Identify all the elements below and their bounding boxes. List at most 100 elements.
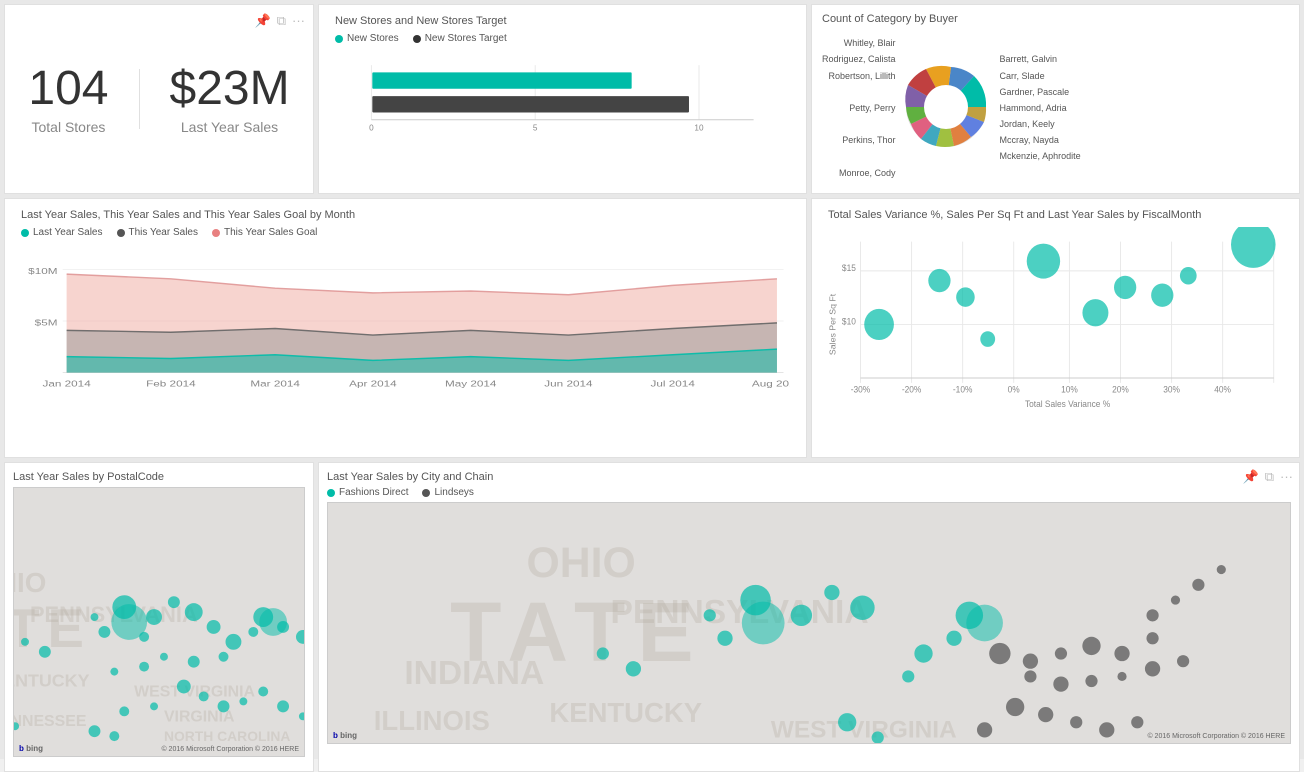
pie-label-carr: Carr, Slade: [1000, 68, 1081, 84]
svg-text:-10%: -10%: [953, 384, 973, 394]
pin-icon[interactable]: 📌: [255, 13, 271, 29]
bubble-1: [864, 309, 894, 340]
pie-chart-card: Count of Category by Buyer Whitley, Blai…: [811, 4, 1300, 194]
total-stores-label: Total Stores: [28, 119, 108, 135]
kpi-card: 📌 ⧉ ··· 104 Total Stores $23M Last Year …: [4, 4, 314, 194]
svg-text:OHIO: OHIO: [14, 567, 46, 598]
pie-chart-content: Whitley, Blair Rodriguez, Calista Robert…: [822, 31, 1289, 185]
legend-lindseys: Lindseys: [422, 487, 473, 498]
pie-label-hammond: Hammond, Adria: [1000, 100, 1081, 116]
svg-text:NORTH CAROLINA: NORTH CAROLINA: [164, 728, 290, 744]
svg-text:10%: 10%: [1061, 384, 1078, 394]
svg-text:ILLINOIS: ILLINOIS: [374, 705, 490, 736]
svg-text:WEST VIRGINIA: WEST VIRGINIA: [134, 683, 255, 700]
pie-label-rodriguez: Rodriguez, Calista: [822, 51, 896, 67]
bar-chart-card: New Stores and New Stores Target New Sto…: [318, 4, 807, 194]
legend-dot-lindseys: [422, 489, 430, 497]
bubble-4: [980, 331, 995, 347]
svg-text:Total Sales Variance %: Total Sales Variance %: [1025, 399, 1111, 409]
svg-text:KENTUCKY: KENTUCKY: [549, 697, 702, 728]
svg-text:WEST VIRGINIA: WEST VIRGINIA: [771, 717, 957, 743]
pin-icon[interactable]: 📌: [1243, 469, 1259, 485]
pie-label-blank3: [822, 148, 896, 164]
legend-new-stores: New Stores: [335, 33, 399, 44]
map2-title: Last Year Sales by City and Chain: [327, 471, 493, 483]
bar-new-stores: [372, 72, 631, 88]
legend-label-tys: This Year Sales: [129, 227, 199, 238]
map2-svg: TATE OHIO PENNSYLVANIA INDIANA ILLINOIS …: [328, 503, 1290, 743]
pie-chart-title: Count of Category by Buyer: [822, 13, 1289, 25]
map2-card: Last Year Sales by City and Chain Fashio…: [318, 462, 1300, 772]
bar-new-stores-target: [372, 96, 689, 112]
svg-text:30%: 30%: [1163, 384, 1180, 394]
more-icon[interactable]: ···: [1280, 469, 1293, 485]
map1-title: Last Year Sales by PostalCode: [13, 471, 305, 483]
map2-bing: b bing: [333, 731, 357, 740]
pie-label-blank1: [822, 84, 896, 100]
legend-dot-fashions: [327, 489, 335, 497]
pie-label-jordan: Jordan, Keely: [1000, 116, 1081, 132]
bubble-3: [956, 287, 975, 306]
map1-svg: TATE OHIO PENNSYLVANIA INDIANA ILLINOIS …: [14, 488, 304, 756]
dashboard: 📌 ⧉ ··· 104 Total Stores $23M Last Year …: [0, 0, 1304, 759]
svg-text:0%: 0%: [1008, 384, 1020, 394]
map1-area: TATE OHIO PENNSYLVANIA INDIANA ILLINOIS …: [13, 487, 305, 757]
card-toolbar: 📌 ⧉ ···: [255, 13, 305, 29]
legend-last-year-sales: Last Year Sales: [21, 227, 103, 238]
pie-label-barrett: Barrett, Galvin: [1000, 51, 1081, 67]
legend-dot-lys: [21, 229, 29, 237]
map1-card: Last Year Sales by PostalCode TATE OHIO …: [4, 462, 314, 772]
line-chart-title: Last Year Sales, This Year Sales and Thi…: [21, 209, 790, 221]
svg-text:Mar 2014: Mar 2014: [250, 380, 300, 389]
legend-dot-new-stores: [335, 35, 343, 43]
axis-label-0: 0: [369, 124, 374, 133]
bubble-6: [1082, 299, 1108, 326]
bar-chart-legend: New Stores New Stores Target: [335, 33, 790, 44]
legend-new-stores-target: New Stores Target: [413, 33, 507, 44]
svg-text:INDIANA: INDIANA: [404, 655, 544, 692]
svg-text:-20%: -20%: [902, 384, 922, 394]
copy-icon[interactable]: ⧉: [277, 13, 286, 29]
axis-label-10: 10: [694, 124, 704, 133]
map1-copyright: © 2016 Microsoft Corporation © 2016 HERE: [161, 746, 299, 753]
bubble-9: [1180, 267, 1197, 285]
total-stores-value: 104: [28, 63, 108, 116]
map1-bing: b bing: [19, 744, 43, 753]
last-year-sales-section: $23M Last Year Sales: [150, 53, 310, 146]
svg-text:TENNESSEE: TENNESSEE: [14, 713, 86, 730]
copy-icon[interactable]: ⧉: [1265, 469, 1274, 485]
pie-label-gardner: Gardner, Pascale: [1000, 84, 1081, 100]
svg-text:OHIO: OHIO: [527, 539, 636, 587]
map2-legend: Fashions Direct Lindseys: [327, 487, 493, 498]
bubble-chart-card: Total Sales Variance %, Sales Per Sq Ft …: [811, 198, 1300, 458]
svg-text:40%: 40%: [1214, 384, 1231, 394]
svg-text:$15: $15: [842, 263, 856, 273]
bar-chart-title: New Stores and New Stores Target: [335, 15, 790, 27]
line-chart-svg: $10M $5M Jan 2014 Feb 2014 Mar 2014 Apr …: [21, 246, 790, 396]
map2-area: TATE OHIO PENNSYLVANIA INDIANA ILLINOIS …: [327, 502, 1291, 744]
axis-label-5: 5: [533, 124, 538, 133]
bubble-5: [1027, 244, 1060, 279]
map2-copyright: © 2016 Microsoft Corporation © 2016 HERE: [1147, 733, 1285, 740]
bubble-8: [1151, 284, 1173, 307]
kpi-divider: [139, 69, 140, 129]
pie-svg-wrapper: [896, 57, 996, 160]
pie-chart-svg: [896, 57, 996, 157]
svg-text:Feb 2014: Feb 2014: [146, 380, 196, 389]
last-year-sales-value: $23M: [170, 63, 290, 116]
legend-label-new-stores: New Stores: [347, 33, 399, 44]
legend-label-new-stores-target: New Stores Target: [425, 33, 507, 44]
svg-text:-30%: -30%: [851, 384, 871, 394]
kpi-row: 104 Total Stores $23M Last Year Sales: [8, 53, 309, 146]
legend-dot-new-stores-target: [413, 35, 421, 43]
last-year-sales-label: Last Year Sales: [170, 119, 290, 135]
pie-label-whitley: Whitley, Blair: [822, 35, 896, 51]
legend-label-tysg: This Year Sales Goal: [224, 227, 317, 238]
legend-dot-tysg: [212, 229, 220, 237]
svg-text:Jun 2014: Jun 2014: [544, 380, 593, 389]
legend-label-fashions: Fashions Direct: [339, 487, 408, 498]
more-icon[interactable]: ···: [292, 13, 305, 29]
svg-text:Sales Per Sq Ft: Sales Per Sq Ft: [828, 293, 837, 355]
bubble-7: [1114, 276, 1136, 299]
pie-label-mccray: Mccray, Nayda: [1000, 132, 1081, 148]
